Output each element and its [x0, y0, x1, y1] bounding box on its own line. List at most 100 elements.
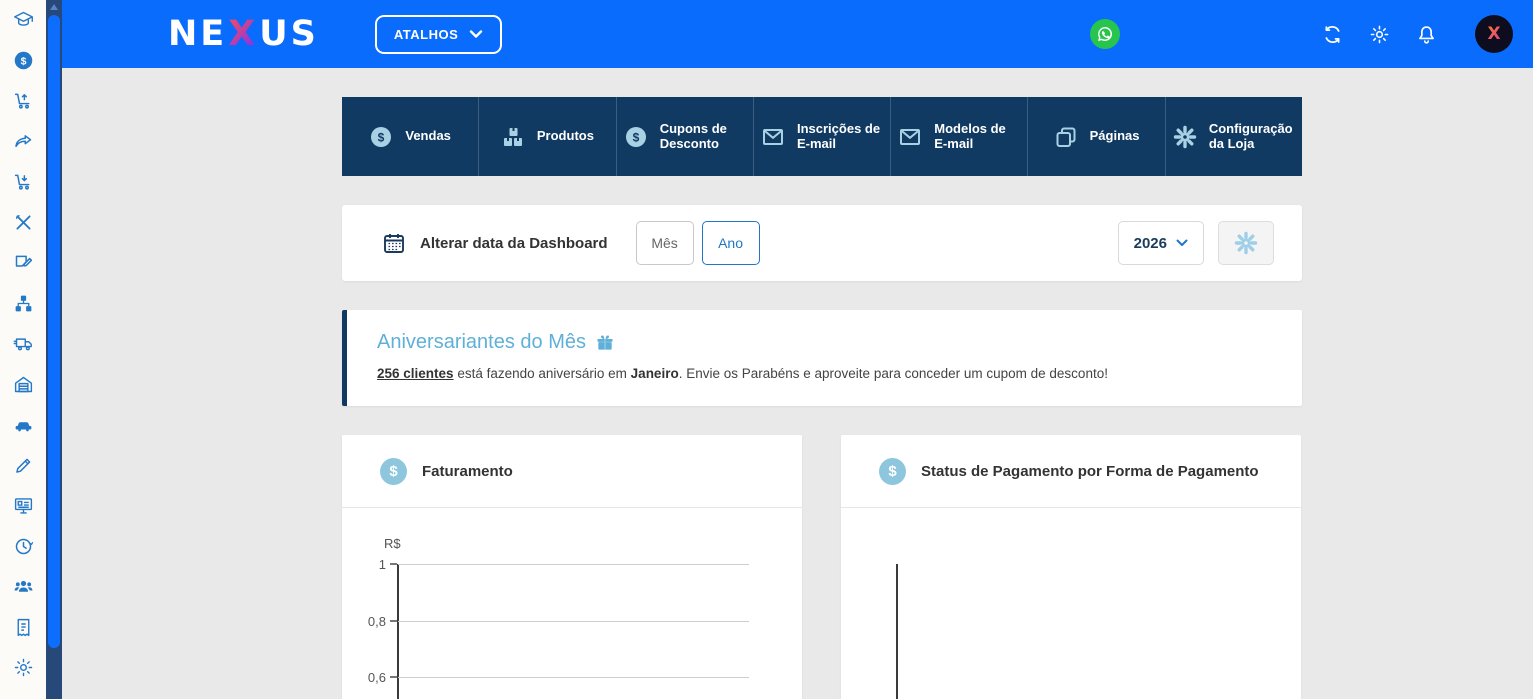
- tab-produtos[interactable]: Produtos: [479, 97, 616, 176]
- dollar-circle-icon: $: [879, 458, 906, 485]
- pencil-icon: [13, 455, 34, 476]
- tab-label: Produtos: [537, 129, 594, 144]
- tab-label: Vendas: [405, 129, 451, 144]
- clock-history-icon: [13, 536, 34, 557]
- tab-inscricoes-de-email[interactable]: Inscrições de E-mail: [754, 97, 891, 176]
- share-arrow-icon: [13, 131, 34, 152]
- logo-text-pre: NE: [168, 14, 227, 54]
- dollar-circle-icon: $: [380, 458, 407, 485]
- sidebar-item-settings[interactable]: [11, 657, 35, 678]
- tab-paginas[interactable]: Páginas: [1028, 97, 1165, 176]
- sidebar-item-shipping[interactable]: [11, 333, 35, 354]
- birthday-title: Aniversariantes do Mês: [377, 331, 586, 354]
- year-toggle-button[interactable]: Ano: [702, 221, 760, 265]
- sidebar-item-cart-orders[interactable]: [11, 171, 35, 192]
- y-tick: [390, 676, 397, 678]
- sidebar-item-tools[interactable]: [11, 212, 35, 233]
- y-tick-label: 1: [350, 557, 386, 572]
- y-axis-line: [896, 564, 898, 699]
- topbar: NEXUS ATALHOS X: [62, 0, 1533, 68]
- invoice-dollar-icon: [13, 617, 34, 638]
- charts-row: $ Faturamento R$ 1 0,8 0,6: [342, 435, 1302, 699]
- sidebar-item-catalog[interactable]: [11, 293, 35, 314]
- dollar-circle-icon: $: [624, 125, 648, 149]
- dashboard-settings-button[interactable]: [1218, 221, 1274, 265]
- birthday-month: Janeiro: [631, 366, 679, 381]
- faturamento-chart: R$ 1 0,8 0,6: [342, 508, 802, 699]
- warehouse-icon: [13, 374, 34, 395]
- birthday-message: 256 clientes está fazendo aniversário em…: [377, 366, 1267, 381]
- sidebar-item-sales[interactable]: $: [11, 50, 35, 71]
- whatsapp-icon[interactable]: [1090, 19, 1120, 49]
- sidebar-item-invoices[interactable]: [11, 617, 35, 638]
- sidebar-item-vehicles[interactable]: [11, 414, 35, 435]
- tools-icon: [13, 212, 34, 233]
- clients-count-link[interactable]: 256 clientes: [377, 366, 454, 381]
- sidebar-item-warehouse[interactable]: [11, 374, 35, 395]
- shortcuts-dropdown-button[interactable]: ATALHOS: [375, 15, 502, 54]
- sidebar-item-cart-add[interactable]: [11, 90, 35, 111]
- svg-text:$: $: [378, 130, 385, 144]
- vertical-scrollbar[interactable]: [46, 0, 62, 699]
- y-tick: [390, 563, 397, 565]
- icon-sidebar: $: [0, 0, 46, 699]
- month-toggle-button[interactable]: Mês: [636, 221, 694, 265]
- avatar[interactable]: X: [1475, 15, 1513, 53]
- tab-label: Cupons de Desconto: [660, 122, 746, 152]
- envelope-icon: [898, 125, 922, 149]
- status-pagamento-chart: [841, 508, 1301, 699]
- gear-icon[interactable]: [1369, 24, 1390, 45]
- scrollbar-up-arrow[interactable]: [50, 4, 58, 10]
- tab-label: Páginas: [1090, 129, 1140, 144]
- dollar-circle-icon: $: [13, 50, 34, 71]
- tab-configuracao-da-loja[interactable]: Configuração da Loja: [1166, 97, 1302, 176]
- tab-cupons-de-desconto[interactable]: $ Cupons de Desconto: [617, 97, 754, 176]
- sidebar-item-notes[interactable]: [11, 252, 35, 273]
- y-tick-label: 0,6: [350, 670, 386, 685]
- y-axis-label: R$: [384, 536, 401, 551]
- tab-modelos-de-email[interactable]: Modelos de E-mail: [891, 97, 1028, 176]
- cart-arrow-down-icon: [13, 171, 34, 192]
- sidebar-item-share[interactable]: [11, 131, 35, 152]
- sidebar-item-edit[interactable]: [11, 455, 35, 476]
- avatar-letter: X: [1487, 24, 1500, 44]
- sidebar-item-history[interactable]: [11, 536, 35, 557]
- main-area: NEXUS ATALHOS X $ Vendas: [62, 0, 1533, 699]
- gear-icon: [1234, 231, 1258, 255]
- cart-arrow-up-icon: [13, 90, 34, 111]
- tag-edit-icon: [13, 252, 34, 273]
- tab-label: Configuração da Loja: [1209, 122, 1295, 152]
- gridline: [398, 621, 749, 622]
- svg-text:$: $: [20, 55, 26, 67]
- gridline: [398, 677, 749, 678]
- app-root: $ NEXUS ATALHOS: [0, 0, 1533, 699]
- car-icon: [13, 414, 34, 435]
- refresh-icon[interactable]: [1322, 24, 1343, 45]
- tab-vendas[interactable]: $ Vendas: [342, 97, 479, 176]
- scrollbar-thumb[interactable]: [48, 15, 60, 648]
- faturamento-card-header: $ Faturamento: [342, 435, 802, 508]
- status-pagamento-title: Status de Pagamento por Forma de Pagamen…: [921, 463, 1259, 480]
- page-content: $ Vendas Produtos $ Cupons de Desconto I…: [342, 68, 1302, 699]
- gear-icon: [1173, 125, 1197, 149]
- users-group-icon: [13, 576, 34, 597]
- birthday-text-end: . Envie os Parabéns e aproveite para con…: [679, 366, 1108, 381]
- logo-text-post: US: [259, 14, 319, 54]
- sidebar-item-courses[interactable]: [11, 9, 35, 30]
- nexus-logo: NEXUS: [168, 14, 319, 54]
- bell-icon[interactable]: [1416, 24, 1437, 45]
- y-axis-line: [397, 564, 399, 699]
- envelope-icon: [761, 125, 785, 149]
- module-tabbar: $ Vendas Produtos $ Cupons de Desconto I…: [342, 97, 1302, 176]
- gift-icon: [595, 333, 615, 353]
- status-pagamento-card-header: $ Status de Pagamento por Forma de Pagam…: [841, 435, 1301, 508]
- boxes-icon: [501, 125, 525, 149]
- year-select-dropdown[interactable]: 2026: [1118, 221, 1204, 265]
- tab-label: Modelos de E-mail: [934, 122, 1020, 152]
- chevron-down-icon: [1176, 239, 1188, 247]
- year-value: 2026: [1134, 235, 1167, 252]
- sidebar-item-customers[interactable]: [11, 576, 35, 597]
- topbar-right-icons: X: [1322, 15, 1513, 53]
- sidebar-item-pos[interactable]: [11, 495, 35, 516]
- date-bar-label: Alterar data da Dashboard: [420, 235, 608, 252]
